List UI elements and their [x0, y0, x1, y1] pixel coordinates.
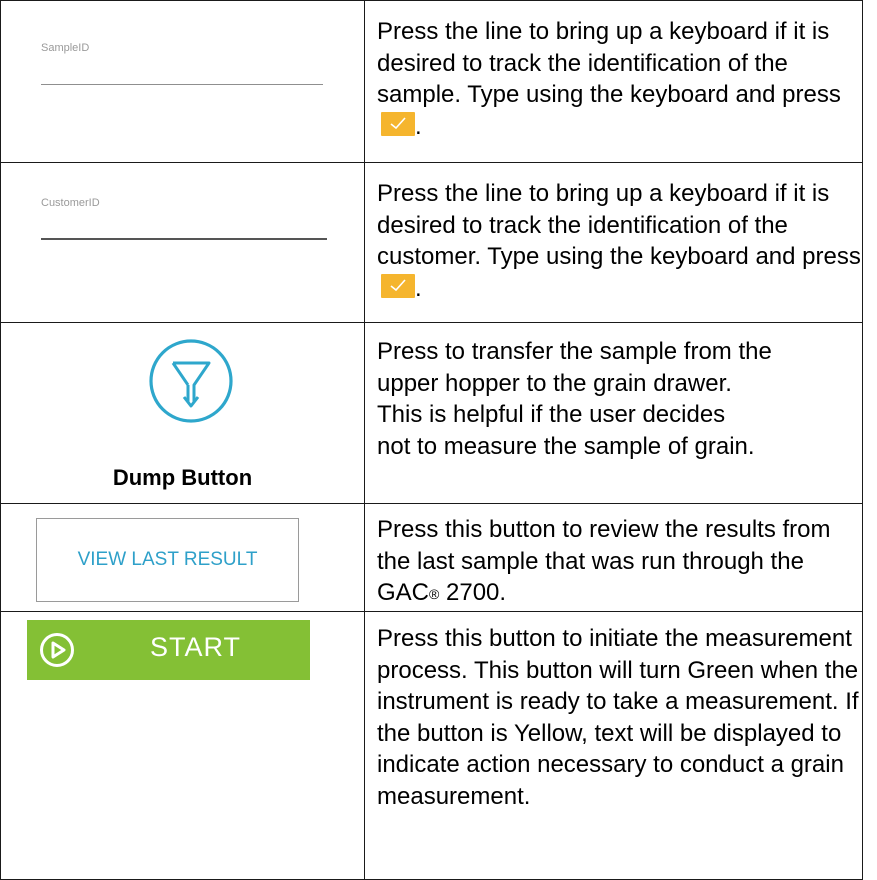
start-description: Press this button to initiate the measur…	[377, 623, 862, 812]
customer-id-text: Press the line to bring up a keyboard if…	[377, 180, 861, 270]
instruction-table: SampleID Press the line to bring up a ke…	[0, 0, 877, 880]
registered-mark: ®	[429, 586, 440, 602]
dump-button-label: Dump Button	[112, 465, 253, 490]
checkmark-icon	[381, 111, 415, 136]
table-border-right	[862, 0, 863, 880]
customer-id-text-end: .	[415, 274, 422, 302]
dump-text-line: upper hopper to the grain drawer.	[377, 369, 732, 397]
customer-id-cell: CustomerID	[1, 162, 364, 322]
sample-id-input-line[interactable]	[41, 84, 323, 85]
view-last-result-description: Press this button to review the results …	[377, 514, 862, 609]
customer-id-input-line[interactable]	[41, 238, 327, 240]
row-divider	[0, 611, 863, 612]
dump-text-line: not to measure the sample of grain.	[377, 432, 755, 460]
dump-text-line: Press to transfer the sample from the	[377, 338, 772, 365]
dump-button-cell: Dump Button	[1, 322, 364, 503]
funnel-dump-icon[interactable]	[146, 336, 236, 426]
sample-id-label: SampleID	[41, 42, 90, 54]
sample-id-description: Press the line to bring up a keyboard if…	[377, 16, 862, 142]
start-button[interactable]: START	[27, 620, 310, 680]
view-last-result-label: VIEW LAST RESULT	[77, 549, 258, 570]
customer-id-description: Press the line to bring up a keyboard if…	[377, 178, 862, 304]
play-circle-icon	[40, 633, 74, 667]
start-button-label: START	[150, 632, 242, 662]
start-text: Press this button to initiate the measur…	[377, 625, 859, 810]
view-last-result-text-end: 2700.	[439, 579, 507, 606]
table-column-divider	[364, 0, 365, 880]
view-last-result-button[interactable]: VIEW LAST RESULT	[36, 518, 299, 602]
customer-id-label: CustomerID	[41, 197, 100, 209]
row-divider	[0, 503, 863, 504]
sample-id-text: Press the line to bring up a keyboard if…	[377, 18, 841, 108]
dump-text-line: This is helpful if the user decides	[377, 401, 726, 428]
checkmark-icon	[381, 273, 415, 298]
sample-id-cell: SampleID	[1, 0, 364, 162]
dump-description: Press to transfer the sample from the up…	[377, 336, 862, 462]
sample-id-text-end: .	[415, 112, 422, 140]
